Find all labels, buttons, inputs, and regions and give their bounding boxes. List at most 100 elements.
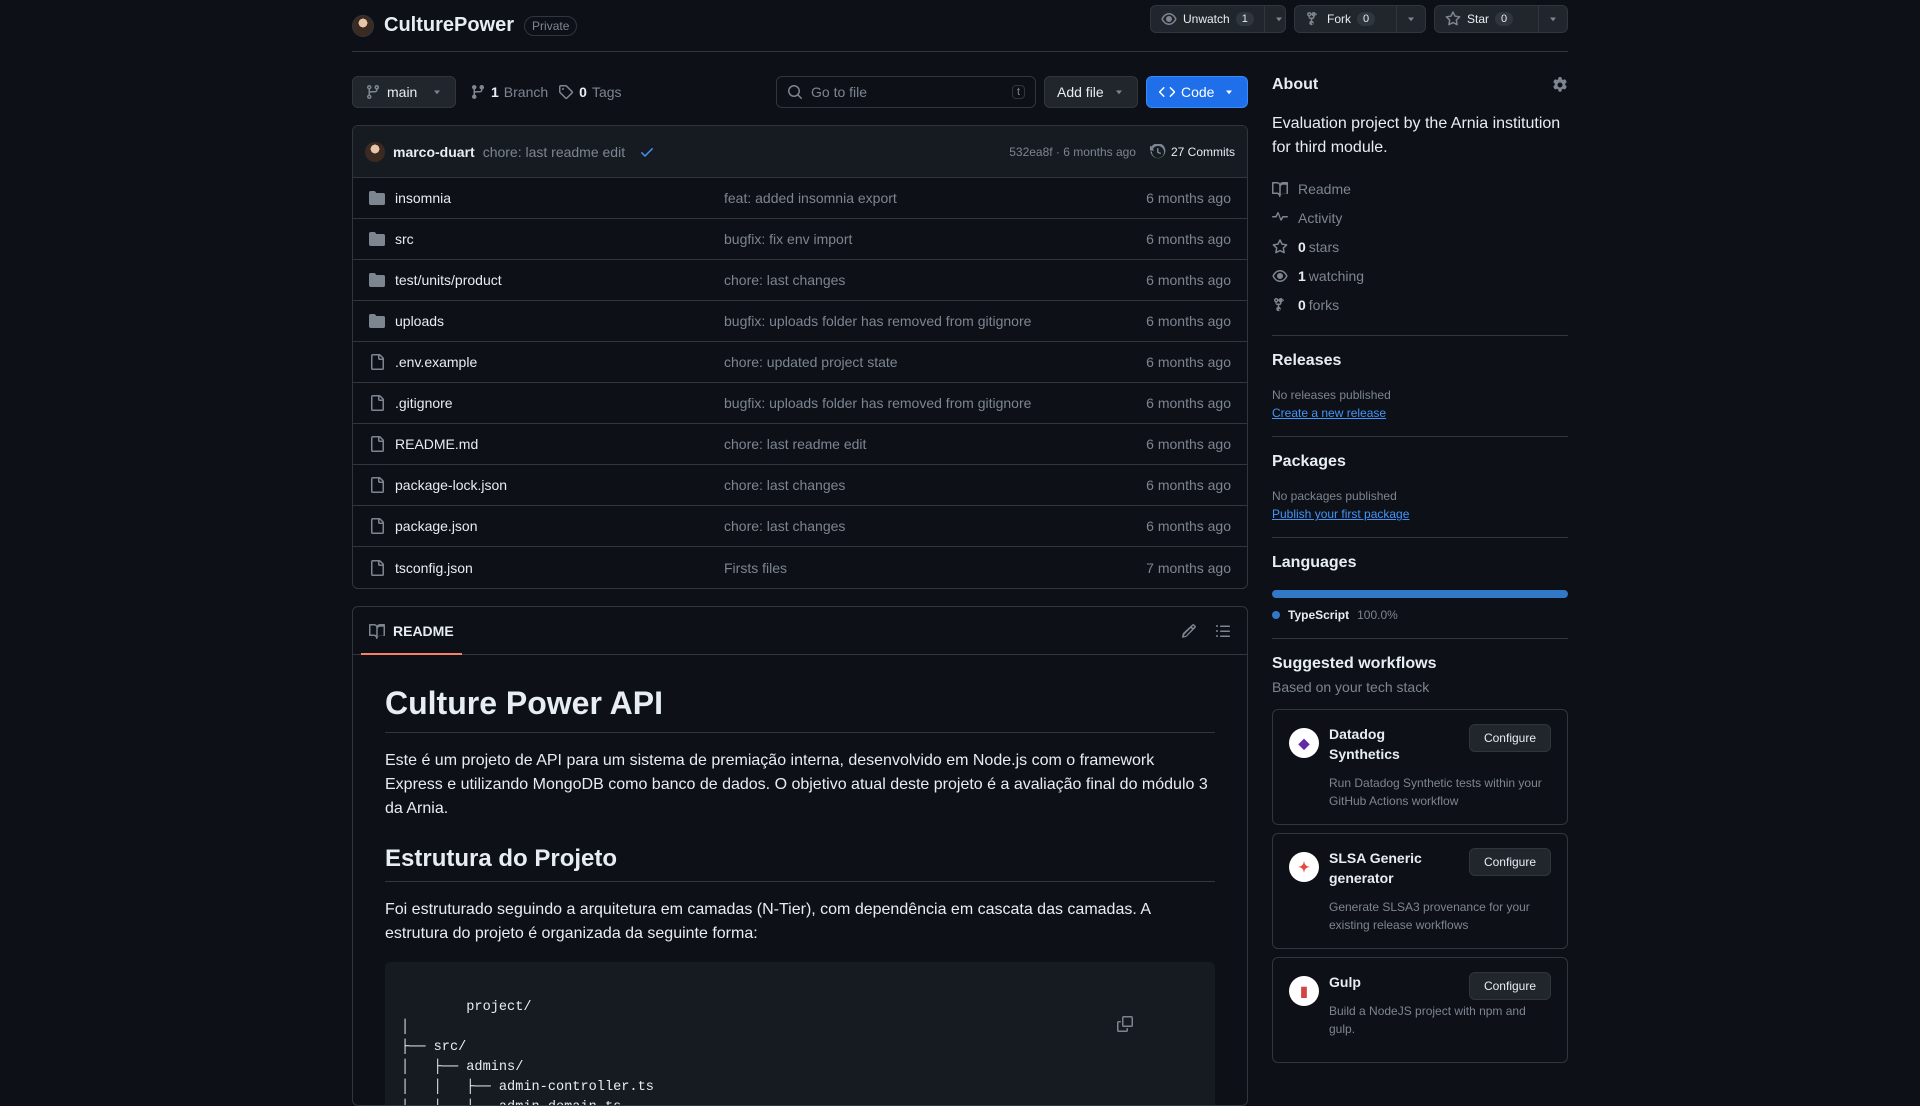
owner-avatar[interactable]	[352, 14, 374, 37]
check-icon[interactable]	[639, 144, 655, 160]
fork-dropdown[interactable]	[1397, 6, 1425, 32]
repo-actions: Unwatch 1 Fork 0 Star 0	[1150, 5, 1568, 33]
workflow-title: Gulp	[1329, 974, 1361, 990]
file-commit-date: 6 months ago	[1146, 477, 1231, 493]
file-commit-message[interactable]: bugfix: fix env import	[724, 231, 1146, 247]
branches-link[interactable]: 1 Branch	[470, 84, 548, 100]
committer-avatar[interactable]	[365, 141, 385, 162]
folder-icon	[369, 314, 385, 328]
packages-title[interactable]: Packages	[1272, 453, 1568, 471]
pencil-icon[interactable]	[1181, 623, 1197, 639]
file-name-link[interactable]: package.json	[395, 518, 478, 534]
readme-link-label: Readme	[1298, 180, 1351, 197]
file-row[interactable]: package-lock.json chore: last changes 6 mo…	[353, 465, 1247, 506]
watch-dropdown[interactable]	[1265, 6, 1293, 32]
divider	[1272, 638, 1568, 639]
branches-label: Branch	[503, 84, 549, 100]
file-commit-message[interactable]: chore: updated project state	[724, 354, 1146, 370]
divider	[1272, 335, 1568, 336]
file-row[interactable]: .env.example chore: updated project state…	[353, 342, 1247, 383]
repo-page: CulturePower Private Unwatch 1 Fork 0 St…	[352, 0, 1568, 1106]
branch-selector[interactable]: main	[352, 76, 456, 108]
watchers-link[interactable]: 1 watching	[1272, 261, 1568, 290]
watch-label: Unwatch	[1183, 12, 1230, 26]
releases-title[interactable]: Releases	[1272, 352, 1568, 370]
fork-count: 0	[1357, 12, 1376, 26]
repo-name-link[interactable]: CulturePower	[384, 14, 514, 37]
file-commit-message[interactable]: chore: last changes	[724, 518, 1146, 534]
file-name-link[interactable]: .gitignore	[395, 395, 453, 411]
fork-icon	[1274, 297, 1284, 311]
file-row[interactable]: package.json chore: last changes 6 months …	[353, 506, 1247, 547]
configure-button[interactable]: Configure	[1468, 724, 1551, 752]
file-commit-message[interactable]: chore: last changes	[724, 272, 1146, 288]
file-row[interactable]: src bugfix: fix env import 6 months ago	[353, 219, 1247, 260]
language-name: TypeScript	[1288, 608, 1350, 622]
star-dropdown[interactable]	[1539, 6, 1567, 32]
file-commit-message[interactable]: bugfix: uploads folder has removed from …	[724, 313, 1146, 329]
workflow-description: Generate SLSA3 provenance for your exist…	[1329, 900, 1530, 932]
go-to-file-input[interactable]: Go to file t	[776, 76, 1036, 108]
readme-tab[interactable]: README	[361, 607, 462, 655]
file-row[interactable]: test/units/product chore: last changes 6 m…	[353, 260, 1247, 301]
copy-button[interactable]	[1117, 976, 1199, 1072]
file-name-link[interactable]: src	[395, 231, 414, 247]
readme-link[interactable]: Readme	[1272, 174, 1568, 203]
star-button[interactable]: Star 0	[1434, 5, 1568, 33]
file-name-link[interactable]: tsconfig.json	[395, 560, 473, 576]
file-row[interactable]: insomnia feat: added insomnia export 6 mon…	[353, 178, 1247, 219]
folder-icon	[369, 232, 385, 246]
commit-author[interactable]: marco-duart	[393, 144, 475, 160]
about-links: Readme Activity 0 stars 1 watching 0 forks	[1272, 174, 1568, 319]
file-row[interactable]: README.md chore: last readme edit 6 months…	[353, 424, 1247, 465]
file-icon	[371, 354, 384, 370]
file-row[interactable]: uploads bugfix: uploads folder has remove…	[353, 301, 1247, 342]
code-button[interactable]: Code	[1146, 76, 1248, 108]
stars-link[interactable]: 0 stars	[1272, 232, 1568, 261]
file-commit-message[interactable]: Firsts files	[724, 560, 1146, 576]
file-name-link[interactable]: test/units/product	[395, 272, 502, 288]
file-name-link[interactable]: package-lock.json	[395, 477, 507, 493]
commit-hash-time[interactable]: 532ea8f · 6 months ago	[1009, 145, 1136, 159]
file-icon	[371, 559, 384, 576]
file-row[interactable]: tsconfig.json Firsts files 7 months ago	[353, 547, 1247, 588]
watch-button[interactable]: Unwatch 1	[1150, 5, 1286, 33]
language-item[interactable]: TypeScript 100.0%	[1272, 608, 1568, 622]
tags-link[interactable]: 0 Tags	[558, 84, 622, 100]
create-release-link[interactable]: Create a new release	[1272, 406, 1568, 420]
readme-tools	[1181, 623, 1231, 639]
file-commit-message[interactable]: chore: last changes	[724, 477, 1146, 493]
list-unordered-icon[interactable]	[1215, 623, 1231, 639]
file-name-link[interactable]: insomnia	[395, 190, 451, 206]
pulse-icon	[1272, 211, 1288, 221]
about-header: About	[1272, 76, 1568, 94]
file-commit-message[interactable]: chore: last readme edit	[724, 436, 1146, 452]
file-name-link[interactable]: README.md	[395, 436, 478, 452]
configure-button[interactable]: Configure	[1468, 972, 1551, 1000]
divider	[1272, 436, 1568, 437]
file-name-cell: package.json	[369, 518, 724, 534]
releases-empty: No releases published	[1272, 388, 1391, 402]
branches-count: 1	[491, 84, 499, 100]
file-name-link[interactable]: .env.example	[395, 354, 477, 370]
commits-link[interactable]: 27 Commits	[1149, 143, 1235, 160]
file-commit-date: 6 months ago	[1146, 436, 1231, 452]
commit-message[interactable]: chore: last readme edit	[483, 144, 625, 160]
file-rows: insomnia feat: added insomnia export 6 mon…	[353, 178, 1247, 588]
code-icon	[1159, 87, 1175, 97]
forks-count: 0	[1298, 296, 1306, 313]
file-name-link[interactable]: uploads	[395, 313, 444, 329]
add-file-button[interactable]: Add file	[1044, 76, 1138, 108]
watching-count: 1	[1298, 267, 1306, 284]
configure-button[interactable]: Configure	[1468, 848, 1551, 876]
file-commit-date: 6 months ago	[1146, 518, 1231, 534]
file-row[interactable]: .gitignore bugfix: uploads folder has rem…	[353, 383, 1247, 424]
fork-button[interactable]: Fork 0	[1294, 5, 1426, 33]
forks-link[interactable]: 0 forks	[1272, 290, 1568, 319]
publish-package-link[interactable]: Publish your first package	[1272, 507, 1568, 521]
gear-icon[interactable]	[1552, 77, 1568, 93]
file-commit-message[interactable]: bugfix: uploads folder has removed from …	[724, 395, 1146, 411]
file-commit-date: 6 months ago	[1146, 313, 1231, 329]
activity-link[interactable]: Activity	[1272, 203, 1568, 232]
file-commit-message[interactable]: feat: added insomnia export	[724, 190, 1146, 206]
